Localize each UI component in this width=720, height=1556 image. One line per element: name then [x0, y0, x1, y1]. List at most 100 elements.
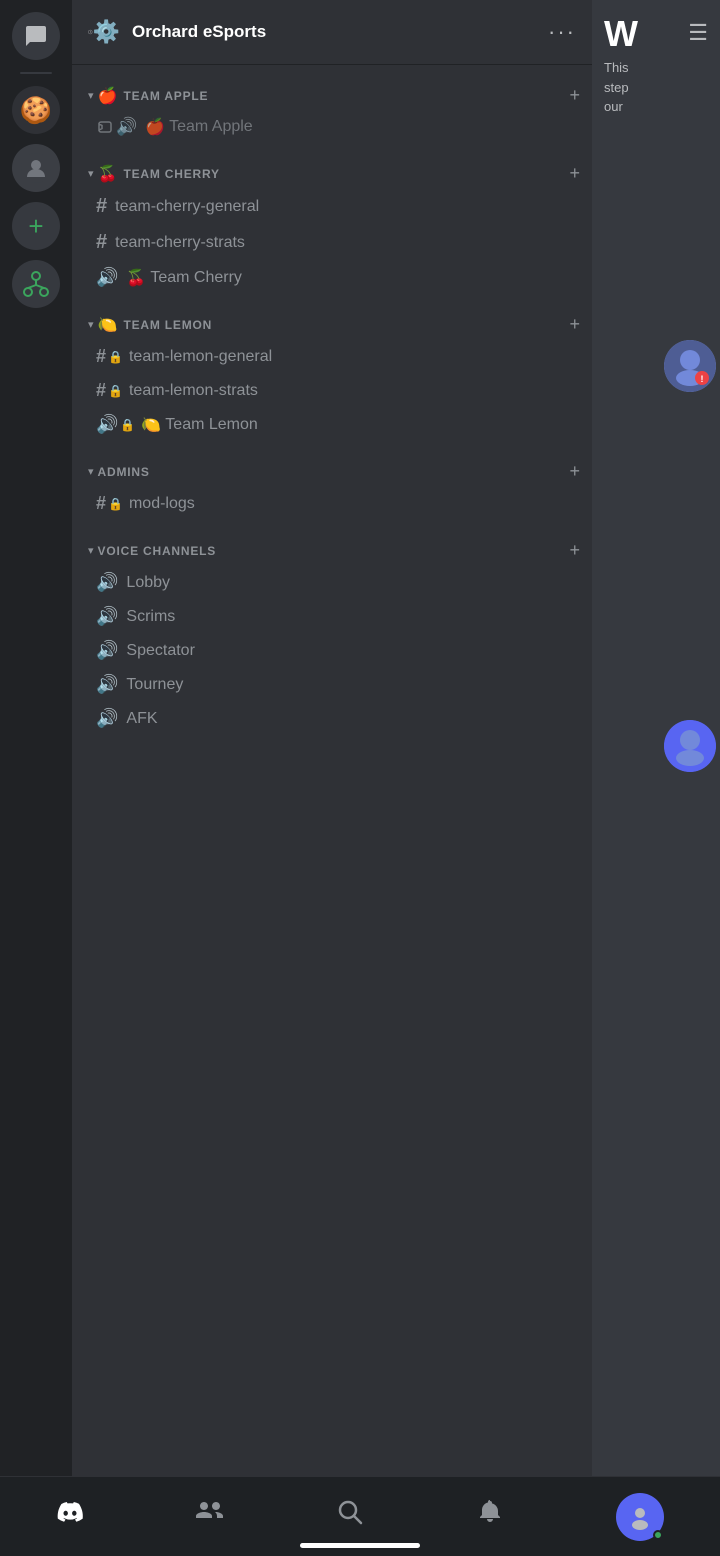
channel-item-cherry-general[interactable]: # team-cherry-general [80, 189, 584, 224]
channel-item-tourney[interactable]: 🔊 Tourney [80, 668, 584, 701]
channel-name-lobby: Lobby [126, 574, 170, 592]
category-voice-channels: ▾ VOICE CHANNELS + 🔊 Lobby 🔊 Scrims 🔊 Sp… [72, 536, 592, 735]
channel-emoji-cherry: 🍒 [126, 268, 146, 288]
server-options-button[interactable]: ··· [548, 19, 576, 45]
channel-item-scrims[interactable]: 🔊 Scrims [80, 600, 584, 633]
voice-icon: 🔊 [96, 117, 137, 137]
voice-icon-afk: 🔊 [96, 708, 118, 729]
voice-icon-scrims: 🔊 [96, 606, 118, 627]
channel-item-lemon-general[interactable]: #🔒 team-lemon-general [80, 340, 584, 373]
category-emoji-lemon: 🍋 [98, 315, 118, 335]
hash-lock-icon-lemon-strats: #🔒 [96, 380, 123, 401]
right-panel-subtext: This step our [604, 58, 688, 117]
voice-icon-tourney: 🔊 [96, 674, 118, 695]
channel-name-mod-logs: mod-logs [129, 495, 195, 513]
category-arrow-apple: ▾ [88, 89, 94, 102]
server-icon-add[interactable]: + [12, 202, 60, 250]
channel-name-cherry-strats: team-cherry-strats [115, 234, 245, 252]
category-admins: ▾ ADMINS + #🔒 mod-logs [72, 457, 592, 520]
channel-name-tourney: Tourney [126, 676, 183, 694]
bottom-nav-home[interactable] [56, 1498, 84, 1535]
right-panel-big-letter: W [604, 16, 688, 52]
channel-name-cherry-general: team-cherry-general [115, 198, 259, 216]
channel-item-lemon-voice[interactable]: 🔊🔒 🍋 Team Lemon [80, 408, 584, 441]
home-indicator [300, 1543, 420, 1548]
category-add-apple[interactable]: + [565, 85, 584, 106]
right-panel-avatars: ! [664, 340, 716, 772]
server-icon-dark[interactable] [12, 144, 60, 192]
category-arrow-admins: ▾ [88, 465, 94, 478]
server-header[interactable]: ⚙️ Orchard eSports ··· [72, 0, 592, 65]
voice-lock-icon-lemon: 🔊🔒 [96, 414, 135, 435]
category-name-lemon: TEAM LEMON [123, 318, 565, 332]
category-header-voice-channels[interactable]: ▾ VOICE CHANNELS + [72, 536, 592, 565]
channel-item-cherry-voice[interactable]: 🔊 🍒 Team Cherry [80, 261, 584, 294]
server-name: Orchard eSports [132, 22, 548, 42]
bottom-nav-search[interactable] [336, 1498, 364, 1535]
right-panel-content-area: W This step our [604, 16, 688, 117]
server-icon-chat[interactable] [12, 12, 60, 60]
channel-name-scrims: Scrims [126, 608, 175, 626]
svg-text:!: ! [701, 374, 704, 384]
profile-avatar-wrapper [616, 1493, 664, 1541]
right-panel-header: W This step our ☰ [592, 0, 720, 133]
right-panel-menu-button[interactable]: ☰ [688, 16, 708, 46]
hash-icon-cherry-strats: # [96, 231, 107, 254]
right-panel: W This step our ☰ ! [592, 0, 720, 1556]
category-add-lemon[interactable]: + [565, 314, 584, 335]
channel-item-spectator[interactable]: 🔊 Spectator [80, 634, 584, 667]
server-list: 🍪 + [0, 0, 72, 1556]
category-arrow-cherry: ▾ [88, 167, 94, 180]
server-icon-fruit[interactable]: 🍪 [12, 86, 60, 134]
channel-name-lemon-voice: Team Lemon [165, 416, 258, 434]
server-icon-tree[interactable] [12, 260, 60, 308]
bottom-nav-friends[interactable] [196, 1498, 224, 1535]
bell-icon [476, 1498, 504, 1533]
app-layout: 🍪 + [0, 0, 720, 1556]
channel-emoji-apple: 🍎 [145, 117, 165, 137]
bottom-nav-notifications[interactable] [476, 1498, 504, 1535]
category-header-team-cherry[interactable]: ▾ 🍒 TEAM CHERRY + [72, 159, 592, 188]
search-icon [336, 1498, 364, 1533]
category-name-voice-channels: VOICE CHANNELS [98, 544, 566, 558]
server-header-icon: ⚙️ [88, 16, 120, 48]
category-add-admins[interactable]: + [565, 461, 584, 482]
category-header-team-lemon[interactable]: ▾ 🍋 TEAM LEMON + [72, 310, 592, 339]
channel-item-mod-logs[interactable]: #🔒 mod-logs [80, 487, 584, 520]
bottom-nav-profile[interactable] [616, 1493, 664, 1541]
channel-item-cherry-strats[interactable]: # team-cherry-strats [80, 225, 584, 260]
category-team-apple: ▾ 🍎 TEAM APPLE + 🔊 🍎 Team Apple [72, 81, 592, 143]
hash-lock-icon-mod-logs: #🔒 [96, 493, 123, 514]
channel-name-team-apple-voice: Team Apple [169, 118, 253, 136]
category-team-cherry: ▾ 🍒 TEAM CHERRY + # team-cherry-general … [72, 159, 592, 294]
voice-icon-lobby: 🔊 [96, 572, 118, 593]
category-add-cherry[interactable]: + [565, 163, 584, 184]
channel-name-lemon-strats: team-lemon-strats [129, 382, 258, 400]
category-team-lemon: ▾ 🍋 TEAM LEMON + #🔒 team-lemon-general #… [72, 310, 592, 441]
channel-name-cherry-voice: Team Cherry [150, 269, 242, 287]
avatar-1[interactable]: ! [664, 340, 716, 392]
avatar-2[interactable] [664, 720, 716, 772]
category-emoji-cherry: 🍒 [98, 164, 118, 184]
channel-item-lobby[interactable]: 🔊 Lobby [80, 566, 584, 599]
category-header-admins[interactable]: ▾ ADMINS + [72, 457, 592, 486]
voice-icon-cherry: 🔊 [96, 267, 118, 288]
bottom-nav [0, 1476, 720, 1556]
discord-logo-icon [56, 1498, 84, 1533]
friends-icon [196, 1498, 224, 1533]
online-status-dot [653, 1530, 663, 1540]
hash-icon-cherry-general: # [96, 195, 107, 218]
channel-list: ⚙️ Orchard eSports ··· ▾ 🍎 TEAM APPLE + [72, 0, 592, 1556]
hamburger-icon: ☰ [688, 20, 708, 46]
category-emoji-apple: 🍎 [98, 86, 118, 106]
channel-item-afk[interactable]: 🔊 AFK [80, 702, 584, 735]
channel-name-lemon-general: team-lemon-general [129, 348, 272, 366]
channel-list-content: ▾ 🍎 TEAM APPLE + 🔊 🍎 Team Apple [72, 65, 592, 836]
hash-lock-icon-lemon-general: #🔒 [96, 346, 123, 367]
category-arrow-voice: ▾ [88, 544, 94, 557]
category-header-team-apple[interactable]: ▾ 🍎 TEAM APPLE + [72, 81, 592, 110]
channel-item-lemon-strats[interactable]: #🔒 team-lemon-strats [80, 374, 584, 407]
category-add-voice-channels[interactable]: + [565, 540, 584, 561]
voice-icon-spectator: 🔊 [96, 640, 118, 661]
channel-item-team-apple-voice[interactable]: 🔊 🍎 Team Apple [80, 111, 584, 143]
